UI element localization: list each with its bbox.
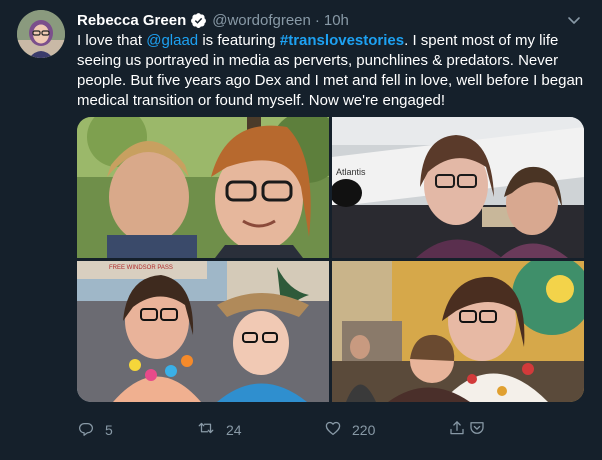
avatar[interactable] <box>17 10 65 58</box>
photo-1[interactable] <box>77 117 329 258</box>
text-part-1: I love that <box>77 32 147 49</box>
reply-action[interactable]: 5 <box>77 418 113 442</box>
reply-count: 5 <box>105 422 113 438</box>
heart-icon[interactable] <box>324 419 342 442</box>
pocket-save-icon[interactable] <box>468 419 486 442</box>
verified-badge-icon <box>190 12 207 29</box>
photo-3[interactable]: FREE WINDSOR PASS <box>77 261 329 402</box>
retweet-count: 24 <box>226 422 242 438</box>
author-handle[interactable]: @wordofgreen <box>212 12 311 29</box>
pride-sign-text: FREE WINDSOR PASS <box>109 265 173 271</box>
like-action[interactable]: 220 <box>324 418 375 442</box>
retweet-action[interactable]: 24 <box>196 418 242 442</box>
tweet-text: I love that @glaad is featuring #translo… <box>77 31 587 111</box>
tweet[interactable]: Rebecca Green @wordofgreen · 10h I love … <box>0 0 602 460</box>
photo-4[interactable] <box>332 261 584 402</box>
photo-2[interactable]: Atlantis <box>332 117 584 258</box>
tweet-header: Rebecca Green @wordofgreen · 10h <box>77 10 349 30</box>
timestamp[interactable]: 10h <box>324 12 349 29</box>
like-count: 220 <box>352 422 376 438</box>
separator-dot: · <box>314 11 320 29</box>
mention-link[interactable]: @glaad <box>146 32 198 49</box>
share-icon[interactable] <box>448 419 466 442</box>
author-name[interactable]: Rebecca Green <box>77 12 186 29</box>
tweet-actions: 5 24 220 <box>77 418 587 442</box>
atlantis-sign-text: Atlantis <box>336 167 366 177</box>
text-part-2: is featuring <box>198 32 280 49</box>
reply-icon[interactable] <box>77 419 95 442</box>
chevron-down-icon[interactable] <box>564 10 584 30</box>
retweet-icon[interactable] <box>196 419 216 442</box>
media-grid: Atlantis FREE WINDSOR PASS <box>77 117 584 402</box>
hashtag-link[interactable]: #translovestories <box>280 32 404 49</box>
share-action[interactable] <box>448 418 486 442</box>
